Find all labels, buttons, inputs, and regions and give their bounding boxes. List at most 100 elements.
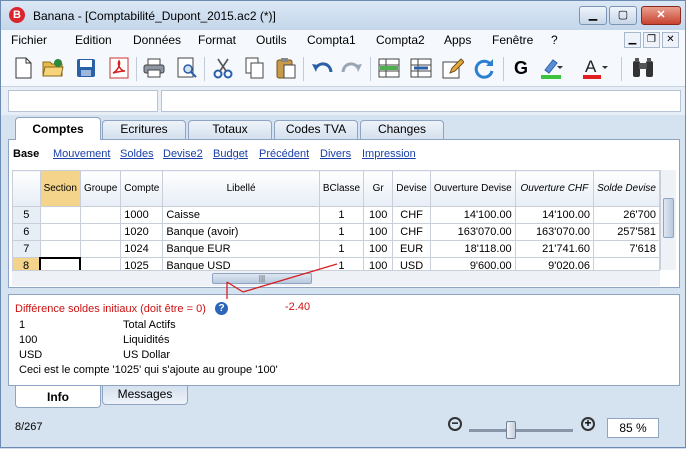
cell-ouverture-devise[interactable]: 18'118.00 (429, 240, 516, 258)
cell-bclasse[interactable]: 1 (318, 240, 365, 258)
view-impression[interactable]: Impression (362, 148, 416, 160)
zoom-slider-thumb[interactable] (505, 421, 516, 439)
col-header-compte[interactable]: Compte (120, 170, 164, 207)
vertical-scroll-thumb[interactable] (663, 198, 674, 238)
new-icon[interactable] (11, 56, 35, 80)
mdi-close-button[interactable]: ✕ (662, 32, 679, 48)
cell-libelle[interactable]: Banque (avoir) (162, 223, 320, 241)
cell-ouverture-devise[interactable]: 9'600.00 (429, 257, 516, 270)
view-budget[interactable]: Budget (213, 148, 248, 160)
col-header-ouverture-devise[interactable]: Ouverture Devise (429, 170, 516, 207)
bold-icon[interactable]: G (509, 56, 533, 80)
cell-devise[interactable]: EUR (392, 240, 431, 258)
view-mouvement[interactable]: Mouvement (53, 148, 110, 160)
menu-outils[interactable]: Outils (256, 33, 287, 47)
cell-gr[interactable]: 100 (363, 240, 394, 258)
cell-ouverture-chf[interactable]: 163'070.00 (514, 223, 595, 241)
cell-section[interactable] (39, 206, 81, 224)
tab-codes-tva[interactable]: Codes TVA (274, 120, 358, 139)
mdi-minimize-button[interactable]: ▁ (624, 32, 641, 48)
zoom-out-icon[interactable]: − (448, 417, 462, 431)
binoculars-icon[interactable] (631, 56, 655, 80)
mdi-restore-button[interactable]: ❐ (643, 32, 660, 48)
open-icon[interactable] (41, 56, 65, 80)
cell-groupe[interactable] (79, 223, 122, 241)
col-header-bclasse[interactable]: BClasse (318, 170, 365, 207)
col-header-gr[interactable]: Gr (363, 170, 394, 207)
cell-solde-devise[interactable]: 7'618 (593, 240, 660, 258)
cell-content-field[interactable] (161, 90, 681, 112)
close-button[interactable]: ✕ (641, 6, 681, 25)
row-number[interactable]: 8 (12, 257, 41, 270)
view-precedent[interactable]: Précédent (259, 148, 309, 160)
view-soldes[interactable]: Soldes (120, 148, 154, 160)
tab-messages[interactable]: Messages (102, 386, 188, 405)
cell-bclasse[interactable]: 1 (318, 257, 365, 270)
row-number[interactable]: 5 (12, 206, 41, 224)
cut-icon[interactable] (211, 56, 235, 80)
cell-libelle[interactable]: Banque USD (162, 257, 320, 270)
corner-header[interactable] (12, 170, 41, 207)
menu-fenetre[interactable]: Fenêtre (492, 33, 533, 47)
col-header-groupe[interactable]: Groupe (79, 170, 122, 207)
cell-section[interactable] (39, 223, 81, 241)
tab-ecritures[interactable]: Ecritures (102, 120, 186, 139)
edit-icon[interactable] (441, 56, 465, 80)
maximize-button[interactable]: ▢ (609, 6, 637, 25)
cell-groupe[interactable] (79, 240, 122, 258)
cell-ouverture-devise[interactable]: 14'100.00 (429, 206, 516, 224)
horizontal-scroll-thumb[interactable]: ||| (212, 273, 312, 284)
cell-bclasse[interactable]: 1 (318, 223, 365, 241)
cell-libelle[interactable]: Banque EUR (162, 240, 320, 258)
cell-reference-field[interactable] (8, 90, 158, 112)
cell-compte[interactable]: 1020 (120, 223, 164, 241)
undo-icon[interactable] (310, 56, 334, 80)
menu-apps[interactable]: Apps (444, 33, 471, 47)
copy-icon[interactable] (243, 56, 267, 80)
cell-ouverture-chf[interactable]: 14'100.00 (514, 206, 595, 224)
row-number[interactable]: 7 (12, 240, 41, 258)
minimize-button[interactable]: ▁ (579, 6, 607, 25)
help-icon[interactable]: ? (215, 302, 228, 315)
tab-comptes[interactable]: Comptes (15, 117, 101, 140)
redo-icon[interactable] (340, 56, 364, 80)
cell-gr[interactable]: 100 (363, 257, 394, 270)
cell-devise[interactable]: USD (392, 257, 431, 270)
preview-icon[interactable] (175, 56, 199, 80)
menu-compta2[interactable]: Compta2 (376, 33, 425, 47)
cell-section-current[interactable] (39, 256, 82, 270)
cell-compte[interactable]: 1000 (120, 206, 164, 224)
row-number[interactable]: 6 (12, 223, 41, 241)
cell-ouverture-devise[interactable]: 163'070.00 (429, 223, 516, 241)
menu-help[interactable]: ? (551, 33, 558, 47)
view-divers[interactable]: Divers (320, 148, 351, 160)
view-base[interactable]: Base (13, 148, 39, 160)
cell-groupe[interactable] (79, 257, 122, 270)
tab-changes[interactable]: Changes (360, 120, 444, 139)
paste-icon[interactable] (274, 56, 298, 80)
font-color-icon[interactable]: A (581, 56, 609, 80)
menu-edition[interactable]: Edition (75, 33, 112, 47)
vertical-scrollbar[interactable] (660, 170, 676, 270)
col-header-ouverture-chf[interactable]: Ouverture CHF (514, 170, 595, 207)
cell-groupe[interactable] (79, 206, 122, 224)
insert-row-icon[interactable] (377, 56, 401, 80)
cell-libelle[interactable]: Caisse (162, 206, 320, 224)
save-icon[interactable] (74, 56, 98, 80)
cell-solde-devise[interactable]: 257'581 (593, 223, 660, 241)
cell-gr[interactable]: 100 (363, 206, 394, 224)
col-header-section[interactable]: Section (39, 170, 81, 207)
col-header-solde-devise[interactable]: Solde Devise (593, 170, 660, 207)
zoom-in-icon[interactable]: + (581, 417, 595, 431)
horizontal-scrollbar[interactable]: ||| (12, 270, 660, 286)
cell-ouverture-chf[interactable]: 9'020.06 (514, 257, 595, 270)
tab-info[interactable]: Info (15, 386, 101, 408)
col-header-devise[interactable]: Devise (392, 170, 431, 207)
delete-row-icon[interactable] (409, 56, 433, 80)
cell-section[interactable] (39, 240, 81, 258)
cell-solde-devise[interactable]: 26'700 (593, 206, 660, 224)
zoom-level-field[interactable]: 85 % (607, 418, 659, 438)
cell-ouverture-chf[interactable]: 21'741.60 (514, 240, 595, 258)
menu-donnees[interactable]: Données (133, 33, 181, 47)
zoom-slider[interactable] (469, 429, 573, 432)
